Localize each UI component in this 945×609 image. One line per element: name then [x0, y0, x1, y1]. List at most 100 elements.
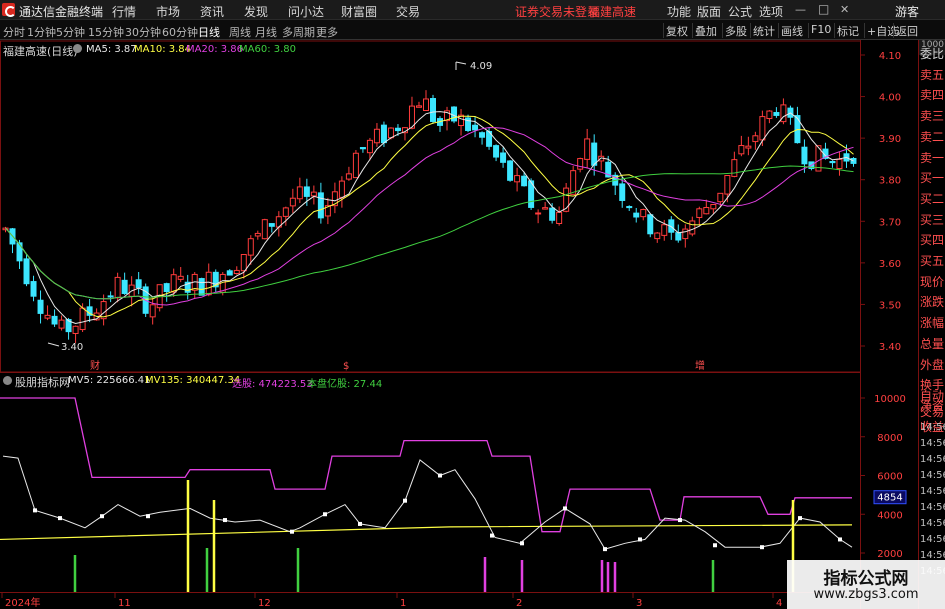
candle-body [226, 270, 233, 276]
candle-body [170, 274, 177, 293]
period-tab-5[interactable]: 60分钟 [162, 24, 198, 40]
top-menu-1[interactable]: 版面 [697, 3, 721, 20]
high-marker: 4.09 [470, 61, 492, 72]
candle-body [647, 214, 654, 235]
candle [787, 105, 794, 125]
candle-body [633, 212, 640, 218]
period-tab-7[interactable]: 周线 [229, 24, 251, 40]
candle-body [675, 232, 682, 241]
indicator-mv5-line [2, 455, 853, 550]
candle-body [51, 315, 58, 325]
watermark-title: 指标公式网 [823, 569, 909, 589]
period-tab-0[interactable]: 分时 [3, 24, 25, 40]
candle-body [23, 258, 30, 285]
candle-body [107, 295, 114, 298]
candle [780, 98, 787, 125]
candle [415, 101, 422, 108]
candle-body [58, 319, 65, 329]
candle-body [661, 224, 668, 236]
candle-body [710, 203, 717, 210]
candle [465, 114, 472, 133]
tool-button-4[interactable]: 画线 [778, 23, 805, 38]
indicator-settings-icon[interactable] [3, 376, 12, 385]
period-tab-3[interactable]: 15分钟 [88, 24, 124, 40]
login-status[interactable]: 证券交易未登录 [515, 3, 599, 20]
candle [682, 224, 689, 248]
menu-item-1[interactable]: 市场 [156, 3, 180, 20]
period-tab-8[interactable]: 月线 [255, 24, 277, 40]
candle-body [430, 98, 436, 122]
candle-body [626, 206, 633, 209]
indicator-marker-6 [323, 512, 327, 517]
menu-item-0[interactable]: 行情 [112, 3, 136, 20]
candle [598, 150, 605, 171]
candle-body [479, 132, 486, 138]
candle-body [619, 183, 626, 201]
candle [584, 128, 591, 169]
candle-body [415, 105, 422, 108]
candle-body [451, 106, 458, 122]
candle [254, 230, 261, 240]
indicator-marker-1 [58, 516, 62, 521]
minimize-button[interactable]: — [795, 3, 806, 16]
tool-button-0[interactable]: 复权 [663, 23, 690, 38]
candle-body [296, 186, 303, 200]
candle [626, 205, 633, 211]
indicator-label-3: 本盘亿股: 27.44 [307, 379, 383, 390]
close-button[interactable]: ✕ [840, 3, 849, 16]
price-tick-0: 4.10 [879, 51, 901, 62]
candle [850, 157, 857, 167]
indicator-name: 股朋指标网 [15, 376, 70, 389]
period-tab-1[interactable]: 1分钟 [27, 24, 56, 40]
settings-dot-icon[interactable] [73, 44, 82, 53]
user-label[interactable]: 游客 [895, 3, 919, 20]
indicator-marker-18 [798, 516, 802, 521]
candle [493, 144, 500, 162]
candle [226, 269, 233, 276]
candle [836, 152, 843, 176]
tool-button-6[interactable]: 标记 [834, 23, 861, 38]
kline-chart[interactable]: 4.09 3.40 财 $ 增 4.10 4.00 3.90 3.80 3.70 3.60 3.50… [0, 40, 918, 609]
candle-body [738, 145, 745, 155]
tool-button-3[interactable]: 统计 [750, 23, 777, 38]
tool-button-8[interactable]: 返回 [893, 23, 920, 38]
candle [310, 185, 317, 205]
menu-bar: 通达信金融终端 行情 市场 资讯 发现 问小达 财富圈 交易 证券交易未登录 福建高速 功能… [0, 0, 945, 20]
candle-body [380, 124, 387, 144]
candle-body [766, 110, 773, 120]
menu-item-4[interactable]: 问小达 [288, 3, 324, 20]
candle [507, 160, 514, 182]
menu-item-5[interactable]: 财富圈 [341, 3, 377, 20]
candle [51, 309, 58, 327]
candle-body [310, 191, 317, 197]
candle-body [359, 147, 366, 150]
tool-button-5[interactable]: F10 [808, 23, 833, 38]
candle-body [177, 275, 184, 280]
indicator-marker-11 [520, 541, 524, 546]
watermark-url: www.zbgs3.com [813, 587, 919, 602]
candle-body [366, 139, 373, 154]
price-tick-1: 4.00 [879, 93, 901, 104]
candle-body [30, 281, 37, 297]
top-menu-3[interactable]: 选项 [759, 3, 783, 20]
period-tab-6[interactable]: 日线 [198, 24, 220, 40]
side-label-2: 卖四 [920, 88, 945, 103]
menu-item-6[interactable]: 交易 [396, 3, 420, 20]
side-label-0: 委比 [920, 47, 945, 61]
event-marker-0: 财 [90, 359, 100, 372]
tool-button-1[interactable]: 叠加 [692, 23, 719, 38]
maximize-button[interactable]: □ [818, 2, 829, 16]
tool-button-2[interactable]: 多股 [722, 23, 749, 38]
candle [177, 267, 184, 283]
candle-body [521, 175, 528, 187]
top-menu-0[interactable]: 功能 [667, 3, 691, 20]
x-tick-1: 11 [118, 598, 131, 609]
price-tick-2: 3.90 [879, 134, 901, 145]
top-menu-2[interactable]: 公式 [728, 3, 752, 20]
period-tab-4[interactable]: 30分钟 [125, 24, 161, 40]
menu-item-2[interactable]: 资讯 [200, 3, 224, 20]
period-tab-10[interactable]: 更多 [316, 24, 338, 40]
period-tab-9[interactable]: 多周期 [282, 24, 315, 40]
menu-item-3[interactable]: 发现 [244, 3, 268, 20]
period-tab-2[interactable]: 5分钟 [56, 24, 85, 40]
